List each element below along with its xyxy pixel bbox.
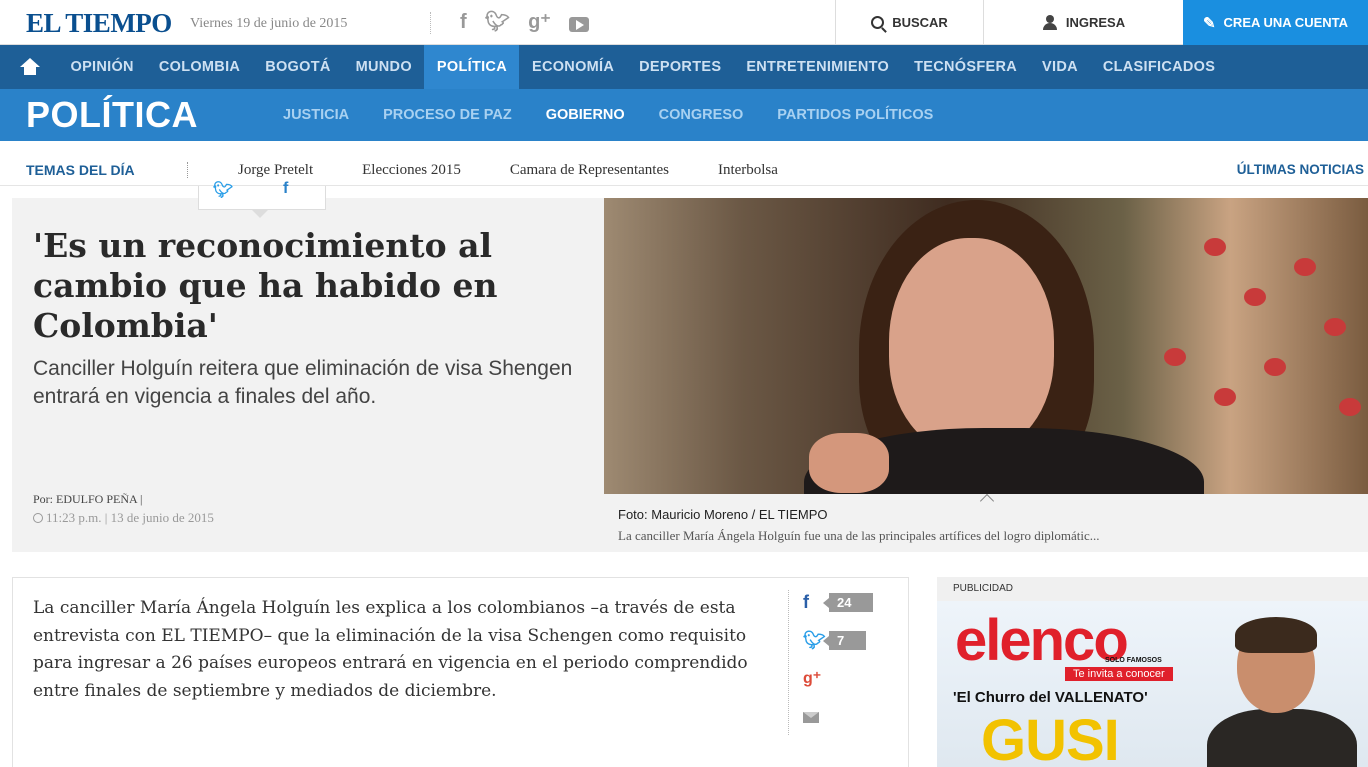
byline: Por: EDULFO PEÑA | <box>33 492 142 507</box>
search-icon <box>871 16 885 29</box>
pencil-icon: ✎ <box>1202 14 1216 32</box>
twitter-icon: 🐦︎ <box>803 630 826 650</box>
subnav-item-gobierno[interactable]: GOBIERNO <box>529 89 642 141</box>
clock-icon <box>33 513 43 523</box>
youtube-icon[interactable] <box>568 16 589 32</box>
ad-banner[interactable]: elenco SOLO FAMOSOS Te invita a conocer … <box>937 601 1368 767</box>
publish-time: 11:23 p.m. | 13 de junio de 2015 <box>33 510 214 526</box>
popup-arrow <box>251 209 269 218</box>
twitter-share[interactable]: 🐦︎ 7 <box>803 630 867 651</box>
google-plus-icon[interactable]: g⁺ <box>528 10 551 34</box>
section-header: POLÍTICA JUSTICIA PROCESO DE PAZ GOBIERN… <box>0 89 1368 141</box>
email-share[interactable] <box>803 712 819 723</box>
section-subnav: JUSTICIA PROCESO DE PAZ GOBIERNO CONGRES… <box>266 89 950 141</box>
article-lead: La canciller María Ángela Holguín les ex… <box>33 598 748 701</box>
timestamp: 11:23 p.m. | 13 de junio de 2015 <box>46 510 214 525</box>
facebook-icon[interactable]: f <box>283 180 288 198</box>
photo-caption: Foto: Mauricio Moreno / EL TIEMPO La can… <box>604 493 1368 552</box>
nav-item-clasificados[interactable]: CLASIFICADOS <box>1090 45 1227 89</box>
ad-headline: GUSI <box>981 708 1120 767</box>
twitter-icon[interactable]: 🐦︎ <box>485 10 510 34</box>
subnav-item-congreso[interactable]: CONGRESO <box>642 89 761 141</box>
nav-item-entretenimiento[interactable]: ENTRETENIMIENTO <box>734 45 902 89</box>
create-account-label: CREA UNA CUENTA <box>1223 15 1349 30</box>
twitter-share-count: 7 <box>822 631 867 650</box>
home-icon[interactable] <box>20 58 40 76</box>
ad-tagline: 'El Churro del VALLENATO' <box>953 689 1148 706</box>
login-label: INGRESA <box>1065 15 1126 30</box>
mail-icon <box>803 712 819 723</box>
subnav-item-partidos-politicos[interactable]: PARTIDOS POLÍTICOS <box>760 89 950 141</box>
nav-item-vida[interactable]: VIDA <box>1030 45 1091 89</box>
ad-label: PUBLICIDAD <box>953 583 1014 594</box>
photo-credit: Foto: Mauricio Moreno / EL TIEMPO <box>618 507 828 522</box>
social-links: f 🐦︎ g⁺ <box>460 10 589 34</box>
facebook-share[interactable]: f 24 <box>803 592 874 613</box>
photo-caption-text: La canciller María Ángela Holguín fue un… <box>618 528 1100 543</box>
share-popup: 🐦︎ f <box>198 180 326 218</box>
nav-item-politica[interactable]: POLÍTICA <box>424 45 520 89</box>
ad-brand-sub: SOLO FAMOSOS <box>1105 657 1162 664</box>
subnav-item-proceso-de-paz[interactable]: PROCESO DE PAZ <box>366 89 529 141</box>
author-link[interactable]: EDULFO PEÑA | <box>56 492 142 506</box>
nav-item-deportes[interactable]: DEPORTES <box>627 45 734 89</box>
byline-prefix: Por: <box>33 492 54 506</box>
topic-link[interactable]: Interbolsa <box>718 162 778 179</box>
subnav-item-justicia[interactable]: JUSTICIA <box>266 89 366 141</box>
nav-item-tecnosfera[interactable]: TECNÓSFERA <box>902 45 1030 89</box>
nav-item-bogota[interactable]: BOGOTÁ <box>253 45 343 89</box>
current-date: Viernes 19 de junio de 2015 <box>190 16 348 31</box>
nav-item-colombia[interactable]: COLOMBIA <box>146 45 252 89</box>
user-icon <box>1042 15 1058 30</box>
login-button[interactable]: INGRESA <box>983 0 1183 45</box>
article-subhead: Canciller Holguín reitera que eliminació… <box>33 357 573 408</box>
google-plus-icon: g⁺ <box>803 670 822 687</box>
topic-link[interactable]: Camara de Representantes <box>510 162 669 179</box>
ad-invite: Te invita a conocer <box>1065 667 1173 681</box>
twitter-icon[interactable]: 🐦︎ <box>213 180 233 200</box>
site-logo[interactable]: EL TIEMPO <box>26 8 172 39</box>
main-nav: OPINIÓN COLOMBIA BOGOTÁ MUNDO POLÍTICA E… <box>0 45 1368 89</box>
google-plus-share[interactable]: g⁺ <box>803 668 821 688</box>
main-nav-items: OPINIÓN COLOMBIA BOGOTÁ MUNDO POLÍTICA E… <box>58 45 1228 89</box>
ad-person-image <box>1207 617 1357 767</box>
trending-topics-bar: TEMAS DEL DÍA Jorge Pretelt Elecciones 2… <box>0 155 1368 186</box>
nav-item-mundo[interactable]: MUNDO <box>343 45 424 89</box>
section-title[interactable]: POLÍTICA <box>26 94 198 136</box>
trending-topics-list: Jorge Pretelt Elecciones 2015 Camara de … <box>238 162 778 179</box>
article-headline: 'Es un reconocimiento al cambio que ha h… <box>33 226 498 345</box>
facebook-icon[interactable]: f <box>460 10 467 34</box>
chevron-up-icon[interactable] <box>979 493 995 509</box>
nav-item-economia[interactable]: ECONOMÍA <box>519 45 626 89</box>
topic-link[interactable]: Jorge Pretelt <box>238 162 313 179</box>
nav-item-opinion[interactable]: OPINIÓN <box>58 45 146 89</box>
facebook-icon: f <box>803 592 809 612</box>
create-account-button[interactable]: ✎ CREA UNA CUENTA <box>1183 0 1368 45</box>
divider <box>187 162 188 178</box>
trending-topics-label: TEMAS DEL DÍA <box>26 162 135 178</box>
facebook-share-count: 24 <box>822 593 874 612</box>
top-bar: EL TIEMPO Viernes 19 de junio de 2015 f … <box>0 0 1368 45</box>
search-label: BUSCAR <box>892 15 948 30</box>
share-column: f 24 🐦︎ 7 g⁺ <box>788 590 888 735</box>
latest-news-link[interactable]: ÚLTIMAS NOTICIAS <box>1237 162 1364 177</box>
hero-photo[interactable] <box>604 198 1368 494</box>
divider <box>430 12 431 34</box>
topic-link[interactable]: Elecciones 2015 <box>362 162 461 179</box>
search-button[interactable]: BUSCAR <box>835 0 983 45</box>
ad-brand-logo: elenco <box>955 608 1129 673</box>
